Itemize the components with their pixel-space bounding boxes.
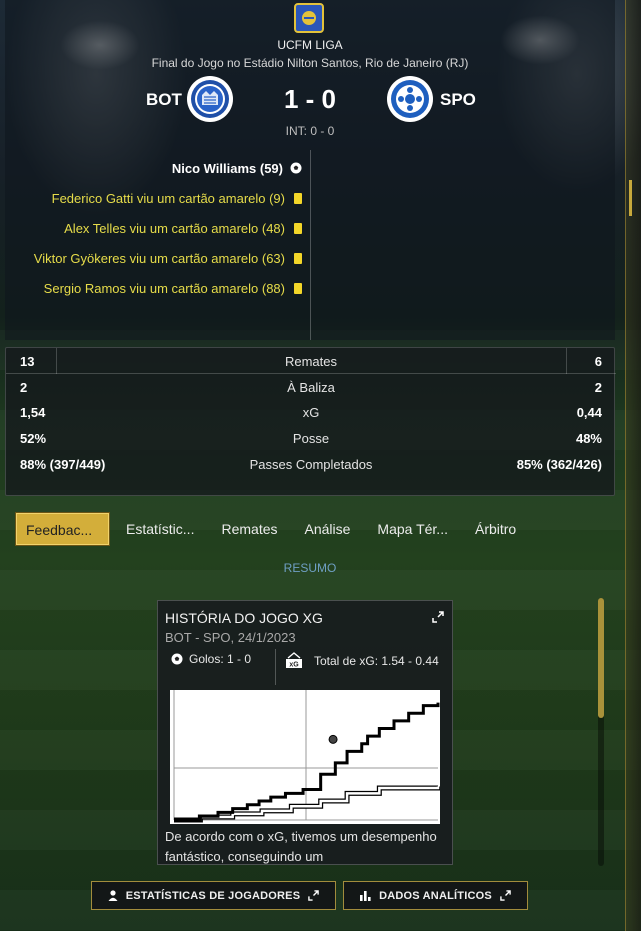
stat-label: À Baliza [287,380,335,395]
event-text: Federico Gatti viu um cartão amarelo (9) [51,190,285,206]
xg-goals-text: Golos: 1 - 0 [189,652,252,666]
match-stats-panel: 13 Remates 6 2 À Baliza 2 1,54 xG 0,44 5… [5,347,616,496]
stat-row-passes: 88% (397/449) Passes Completados 85% (36… [6,453,616,477]
analytics-label: DADOS ANALÍTICOS [379,889,492,902]
xg-goals: Golos: 1 - 0 [171,652,251,666]
analytics-button[interactable]: DADOS ANALÍTICOS [343,881,528,910]
tab-shots[interactable]: Remates [211,513,287,545]
event-text: Viktor Gyökeres viu um cartão amarelo (6… [33,250,285,266]
yellow-card-icon [294,222,302,234]
stat-away-value: 2 [594,380,602,395]
expand-icon [500,890,511,901]
yellow-card-icon [294,252,302,264]
stat-away-value: 6 [594,354,602,369]
xg-icon: xG [286,652,302,669]
away-team-logo[interactable] [387,76,433,122]
stat-row-shots: 13 Remates 6 [6,350,616,374]
xg-card-subtitle: BOT - SPO, 24/1/2023 [165,630,296,645]
tab-feedback[interactable]: Feedbac... [16,513,109,545]
stat-away-value: 0,44 [576,405,602,420]
stat-label: Remates [284,354,338,369]
ball-icon [290,162,302,174]
venue-text: Final do Jogo no Estádio Nilton Santos, … [151,56,469,70]
stat-away-value: 48% [575,431,602,446]
event-goal[interactable]: Nico Williams (59) [0,153,310,183]
xg-description: De acordo com o xG, tivemos um desempenh… [165,829,437,864]
event-text: Alex Telles viu um cartão amarelo (48) [64,220,285,236]
xg-chart [170,690,441,824]
match-events-list: Nico Williams (59) Federico Gatti viu um… [0,153,310,303]
xg-chart-svg [170,690,441,824]
scrollbar-thumb[interactable] [598,598,604,718]
section-label-summary: RESUMO [283,561,337,575]
event-yellow-card[interactable]: Alex Telles viu um cartão amarelo (48) [0,213,310,243]
stat-row-possession: 52% Posse 48% [6,427,616,451]
tab-heatmap[interactable]: Mapa Tér... [367,513,458,545]
xg-story-card[interactable]: HISTÓRIA DO JOGO XG BOT - SPO, 24/1/2023… [157,600,453,865]
league-name: UCFM LIGA [277,38,343,52]
match-score: 1 - 0 [283,84,337,114]
expand-icon[interactable] [432,611,444,623]
stat-label: xG [302,405,320,420]
side-panel-edge [625,0,641,931]
bar-chart-icon [360,891,371,901]
stat-away-value: 85% (362/426) [516,457,602,472]
xg-card-title: HISTÓRIA DO JOGO XG [165,610,323,626]
event-yellow-card[interactable]: Viktor Gyökeres viu um cartão amarelo (6… [0,243,310,273]
divider [275,649,276,685]
event-yellow-card[interactable]: Federico Gatti viu um cartão amarelo (9) [0,183,310,213]
stat-row-xg: 1,54 xG 0,44 [6,401,616,425]
expand-icon [308,890,320,901]
match-tabs: Feedbac... Estatístic... Remates Análise… [16,512,533,546]
stat-row-on-target: 2 À Baliza 2 [6,376,616,400]
yellow-card-icon [294,282,302,294]
side-panel-marker [629,180,632,216]
goal-marker-icon [328,734,338,744]
event-text: Sergio Ramos viu um cartão amarelo (88) [43,280,285,296]
event-yellow-card[interactable]: Sergio Ramos viu um cartão amarelo (88) [0,273,310,303]
content-scrollbar[interactable] [598,598,604,866]
yellow-card-icon [294,192,302,204]
ball-icon [171,653,183,665]
stat-label: Posse [292,431,330,446]
player-stats-label: ESTATÍSTICAS DE JOGADORES [125,889,301,902]
events-divider [310,150,311,340]
svg-text:xG: xG [289,662,299,669]
xg-total-text: Total de xG: 1.54 - 0.44 [314,654,439,668]
halftime-score: INT: 0 - 0 [285,124,335,138]
event-text: Nico Williams (59) [171,160,283,176]
league-crest-icon [294,3,324,33]
away-team-abbr: SPO [440,90,476,109]
person-icon [108,890,118,901]
player-stats-button[interactable]: ESTATÍSTICAS DE JOGADORES [91,881,336,910]
tab-analysis[interactable]: Análise [295,513,361,545]
tab-statistics[interactable]: Estatístic... [116,513,204,545]
tab-referee[interactable]: Árbitro [465,513,526,545]
